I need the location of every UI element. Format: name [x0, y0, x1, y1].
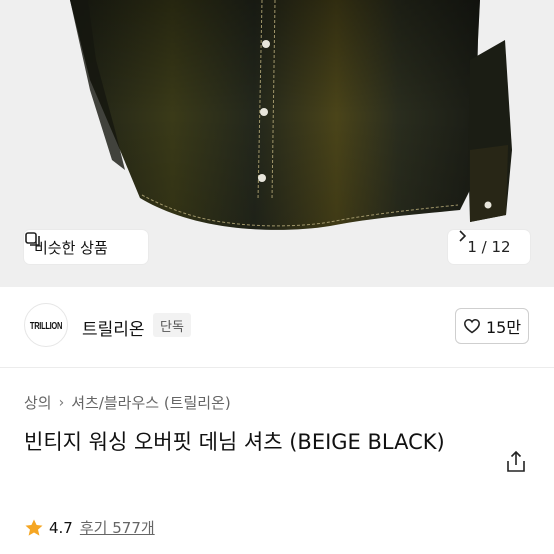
heart-icon — [464, 319, 480, 334]
similar-products-button[interactable]: 비슷한 상품 — [24, 230, 148, 264]
breadcrumb-item-subcategory[interactable]: 셔츠/블라우스 (트릴리온) — [71, 392, 231, 413]
page-indicator-text: 1 / 12 — [467, 238, 511, 256]
similar-items-icon — [25, 232, 40, 246]
image-page-indicator[interactable]: 1 / 12 — [448, 230, 530, 264]
store-name[interactable]: 트릴리온 — [82, 315, 145, 340]
reviews-link[interactable]: 후기 577개 — [80, 517, 155, 538]
rating-score: 4.7 — [49, 518, 73, 537]
rating-row: 4.7 후기 577개 — [24, 517, 155, 538]
like-count: 15만 — [485, 318, 522, 337]
breadcrumb-item-category[interactable]: 상의 — [24, 392, 52, 413]
product-title: 빈티지 워싱 오버핏 데님 셔츠 (BEIGE BLACK) — [24, 430, 445, 454]
chevron-right-icon — [459, 230, 467, 242]
share-icon[interactable] — [505, 450, 527, 474]
similar-products-label: 비슷한 상품 — [34, 238, 108, 257]
product-image-area[interactable]: 비슷한 상품 1 / 12 — [0, 0, 554, 287]
store-logo[interactable]: TRILLION — [24, 303, 68, 347]
like-button[interactable]: 15만 — [455, 308, 529, 344]
exclusive-badge: 단독 — [153, 313, 191, 337]
breadcrumb: 상의 › 셔츠/블라우스 (트릴리온) — [24, 392, 231, 413]
store-row: TRILLION 트릴리온 단독 15만 — [0, 300, 554, 352]
store-logo-text: TRILLION — [29, 318, 63, 332]
chevron-right-icon: › — [58, 394, 65, 411]
star-icon — [25, 519, 43, 536]
section-divider — [0, 367, 554, 368]
